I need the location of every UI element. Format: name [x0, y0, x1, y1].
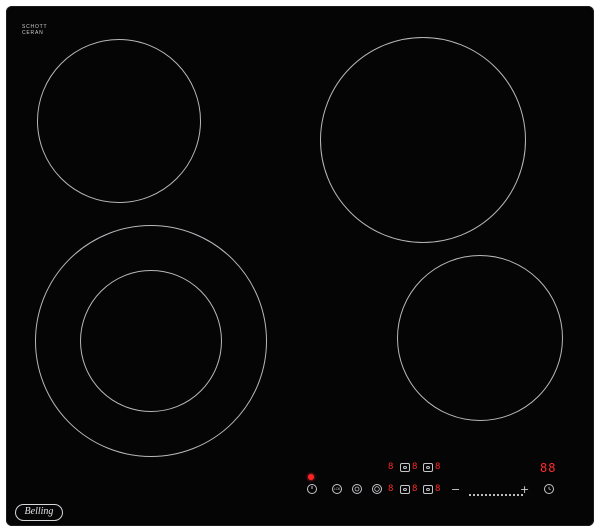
zone-front-right [397, 255, 563, 421]
zone-front-icon[interactable] [400, 463, 410, 472]
zone-front-left-inner [80, 270, 222, 412]
zone-display-top-1: 8 [388, 462, 394, 472]
clock-icon[interactable] [544, 484, 554, 494]
power-slider[interactable] [469, 494, 524, 496]
timer-display: 88 [540, 461, 557, 475]
zone-select-button-1[interactable] [352, 484, 362, 494]
plus-button[interactable]: + [520, 484, 529, 495]
zone-rear-icon[interactable] [400, 485, 410, 494]
ceran-text: CERAN [22, 30, 44, 36]
brand-name: Belling [24, 506, 54, 517]
schott-ceran-logo: SCHOTT CERAN [22, 24, 47, 36]
ceramic-hob: SCHOTT CERAN LCK 8 8 8 8 8 8 − + 88 Bell… [6, 6, 594, 526]
zone-rear-right [320, 37, 526, 243]
zone-select-button-2[interactable] [372, 484, 382, 494]
zone-display-bottom-3: 8 [435, 484, 441, 494]
lock-button[interactable]: LCK [332, 484, 342, 494]
minus-button[interactable]: − [451, 484, 460, 495]
zone-dual-icon[interactable] [423, 463, 433, 472]
power-icon[interactable] [307, 484, 317, 494]
power-indicator-led [308, 474, 314, 480]
zone-display-bottom-2: 8 [412, 484, 418, 494]
zone-display-top-3: 8 [435, 462, 441, 472]
brand-logo: Belling [15, 504, 63, 521]
zone-display-top-2: 8 [412, 462, 418, 472]
zone-display-bottom-1: 8 [388, 484, 394, 494]
zone-rear-left [37, 39, 201, 203]
zone-dual-rear-icon[interactable] [423, 485, 433, 494]
lock-label: LCK [333, 487, 341, 491]
